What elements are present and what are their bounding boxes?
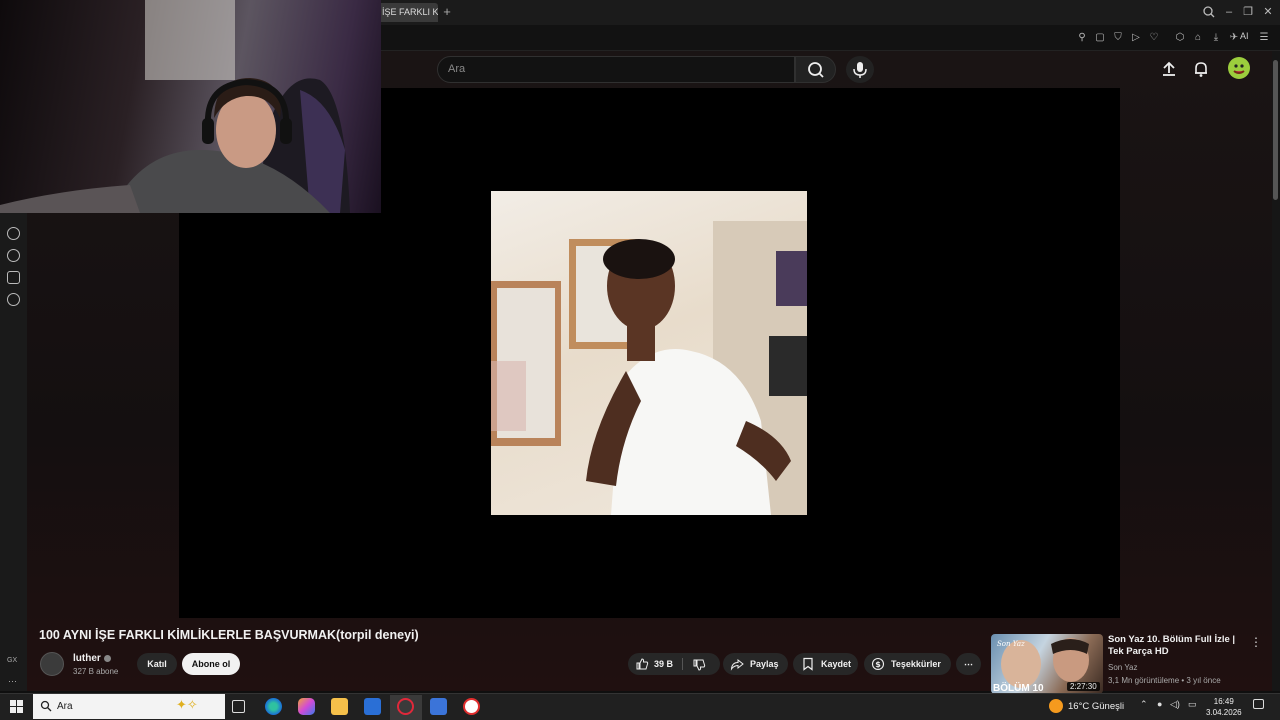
share-icon: [730, 658, 744, 671]
thumbs-up-icon[interactable]: [635, 657, 649, 671]
sidebar-more-icon[interactable]: ⋯: [8, 676, 17, 687]
store-icon[interactable]: [364, 698, 381, 715]
file-explorer-icon[interactable]: [331, 698, 348, 715]
windows-start-icon[interactable]: [10, 700, 23, 713]
bookmark-icon: [803, 657, 813, 671]
save-button[interactable]: Kaydet: [793, 653, 858, 675]
shield-icon[interactable]: ⛉: [1111, 31, 1125, 45]
copilot-icon[interactable]: [298, 698, 315, 715]
thanks-label: Teşekkürler: [891, 659, 941, 669]
video-title: 100 AYNI İŞE FARKLI KİMLİKLERLE BAŞVURMA…: [39, 628, 419, 642]
like-dislike-group: 39 B: [628, 653, 720, 675]
settings-icon[interactable]: [7, 293, 20, 306]
notification-icon[interactable]: [1253, 699, 1264, 709]
taskbar-weather[interactable]: 16°C Güneşli: [1068, 701, 1124, 712]
network-icon[interactable]: ▭: [1188, 699, 1197, 710]
recommendation-meta: 3,1 Mn görüntüleme • 3 yıl önce: [1108, 676, 1221, 685]
volume-icon[interactable]: ◁): [1170, 699, 1180, 710]
edge-icon[interactable]: [265, 698, 282, 715]
save-label: Kaydet: [821, 659, 852, 669]
verified-icon: [104, 655, 111, 662]
gx-label: GX: [7, 657, 18, 664]
bell-icon[interactable]: [1192, 60, 1210, 78]
kebab-menu-icon[interactable]: ⋮: [1250, 635, 1262, 649]
svg-text:Son Yaz: Son Yaz: [997, 640, 1025, 648]
weather-icon: [1049, 699, 1063, 713]
subscriber-count: 327 B abone: [73, 667, 119, 676]
download-icon[interactable]: ⤓: [1209, 31, 1223, 45]
thumbs-down-icon[interactable]: [692, 658, 706, 672]
search-tabs-icon[interactable]: [1201, 4, 1217, 20]
search-icon: [808, 62, 824, 78]
svg-text:$: $: [875, 660, 881, 669]
snapshot-icon[interactable]: ▢: [1093, 31, 1107, 45]
play-icon[interactable]: ▷: [1129, 31, 1143, 45]
new-tab-icon[interactable]: +: [440, 5, 454, 19]
app-icon[interactable]: [463, 698, 480, 715]
pin-icon[interactable]: ⚲: [1075, 31, 1089, 45]
opera-gx-icon[interactable]: [397, 698, 414, 715]
channel-avatar[interactable]: [40, 652, 64, 676]
upload-icon[interactable]: [1160, 60, 1178, 78]
microphone-tray-icon[interactable]: ●: [1157, 699, 1162, 709]
like-divider: [682, 658, 683, 670]
taskbar-clock[interactable]: 16:49 3.04.2026: [1206, 696, 1242, 718]
copilot-sparkle-icon[interactable]: ✦✧: [176, 697, 198, 713]
menu-icon[interactable]: ☰: [1257, 31, 1271, 45]
history-icon[interactable]: [7, 249, 20, 262]
webcam-overlay: [0, 0, 381, 213]
task-view-icon[interactable]: [232, 700, 245, 713]
aria-icon[interactable]: ✈: [1227, 31, 1241, 45]
search-input[interactable]: Ara: [437, 56, 795, 83]
close-icon[interactable]: ✕: [1260, 4, 1276, 20]
recommendation-title[interactable]: Son Yaz 10. Bölüm Full İzle | Tek Parça …: [1108, 634, 1248, 658]
recommendation-channel[interactable]: Son Yaz: [1108, 663, 1138, 672]
microphone-icon: [853, 62, 867, 78]
voice-search-button[interactable]: [846, 56, 874, 83]
extensions-sidebar-icon[interactable]: [7, 271, 20, 284]
scrollbar-thumb[interactable]: [1273, 60, 1278, 200]
video-duration: 2:27:30: [1067, 682, 1100, 691]
browser-tab[interactable]: İŞE FARKLI K: [378, 3, 438, 22]
heart-icon[interactable]: ♡: [1147, 31, 1161, 45]
join-button[interactable]: Katıl: [137, 653, 177, 675]
clock-date: 3.04.2026: [1206, 708, 1242, 717]
player-icon[interactable]: [7, 227, 20, 240]
ai-label[interactable]: AI: [1240, 31, 1249, 41]
mail-icon[interactable]: [430, 698, 447, 715]
search-button[interactable]: [795, 56, 836, 83]
minimize-icon[interactable]: –: [1221, 4, 1237, 20]
extensions-icon[interactable]: ⬡: [1173, 31, 1187, 45]
taskbar-search-icon: [40, 700, 52, 712]
share-button[interactable]: Paylaş: [723, 653, 788, 675]
share-label: Paylaş: [750, 659, 779, 669]
account-avatar[interactable]: [1228, 57, 1250, 79]
channel-name[interactable]: luther: [73, 653, 101, 664]
tray-chevron-icon[interactable]: ⌃: [1140, 699, 1148, 710]
thanks-button[interactable]: $ Teşekkürler: [864, 653, 951, 675]
like-count[interactable]: 39 B: [654, 653, 673, 675]
video-frame: [491, 191, 807, 515]
restore-icon[interactable]: ❐: [1240, 4, 1256, 20]
clock-time: 16:49: [1213, 697, 1234, 706]
more-actions-icon[interactable]: ⋯: [956, 653, 981, 675]
subscribe-button[interactable]: Abone ol: [182, 653, 240, 675]
wallet-icon[interactable]: ⌂: [1191, 31, 1205, 45]
super-thanks-icon: $: [871, 657, 885, 671]
